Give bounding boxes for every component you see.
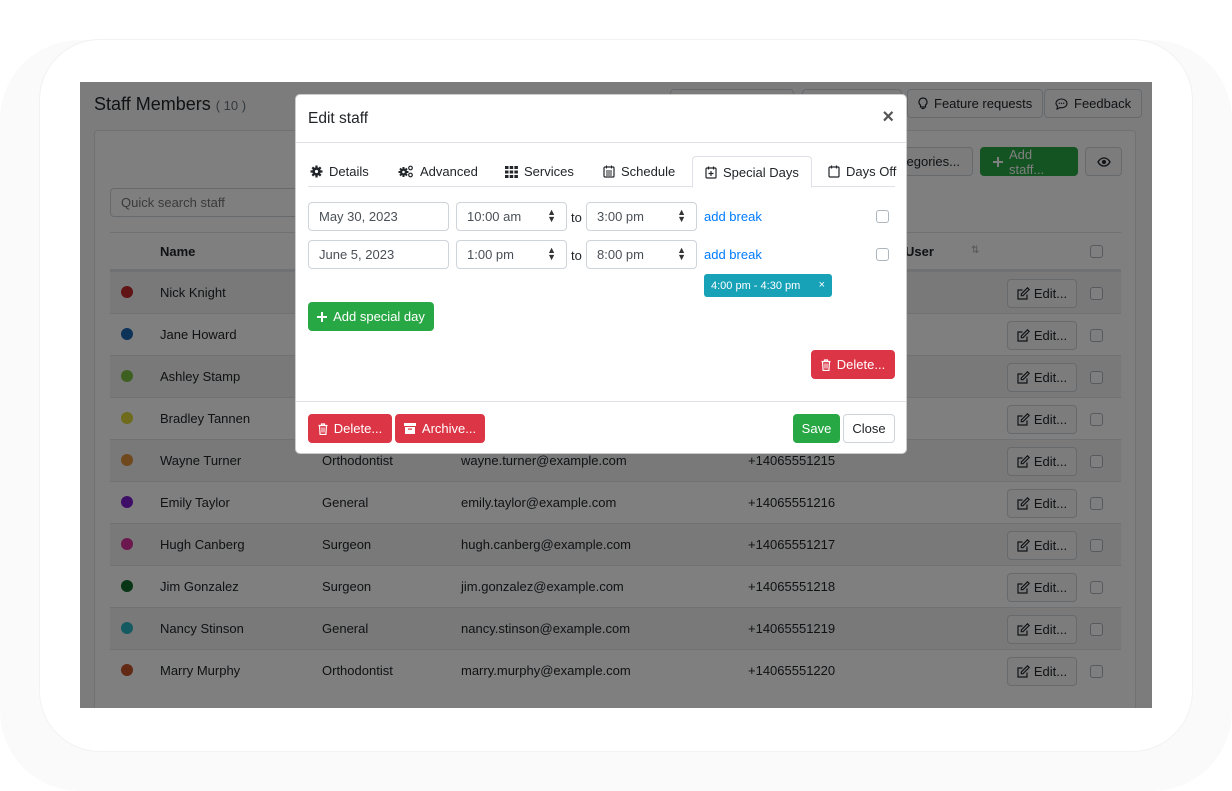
add-special-day-label: Add special day	[333, 309, 425, 324]
plus-icon	[317, 311, 328, 322]
tab-label: Details	[329, 164, 369, 179]
tab-special-days[interactable]: Special Days	[692, 156, 812, 188]
tab-label: Special Days	[723, 164, 799, 180]
tab-services[interactable]: Services	[493, 156, 586, 187]
tab-details[interactable]: Details	[308, 156, 381, 187]
gear-icon	[310, 165, 323, 178]
add-special-day-button[interactable]: Add special day	[308, 302, 434, 331]
calendar-plus-icon	[705, 166, 717, 179]
end-time-value: 8:00 pm	[597, 247, 644, 262]
archive-icon	[403, 423, 416, 434]
tab-label: Advanced	[420, 164, 478, 179]
edit-staff-modal: Edit staff × Details Advanced Services S…	[295, 94, 907, 454]
tab-days-off[interactable]: Days Off	[816, 156, 906, 187]
special-day-date-input[interactable]: June 5, 2023	[308, 240, 449, 269]
modal-title: Edit staff	[308, 110, 369, 127]
modal-tabs: Details Advanced Services Schedule Speci…	[308, 156, 896, 188]
close-button[interactable]: Close	[843, 414, 895, 443]
special-day-end-select[interactable]: 8:00 pm ▲ ▼	[586, 240, 697, 269]
start-time-value: 1:00 pm	[467, 247, 514, 262]
add-break-link[interactable]: add break	[704, 209, 762, 224]
to-label: to	[571, 248, 582, 263]
select-arrows-icon: ▲ ▼	[547, 207, 556, 224]
trash-icon	[318, 422, 328, 435]
staff-members-page: Staff Members ( 10 ) Feature requests Fe…	[80, 82, 1152, 708]
archive-label: Archive...	[421, 421, 477, 436]
break-time-range: 4:00 pm - 4:30 pm	[711, 279, 801, 292]
tab-advanced[interactable]: Advanced	[386, 156, 490, 187]
select-arrows-icon: ▲ ▼	[677, 207, 686, 224]
break-badge: 4:00 pm - 4:30 pm ×	[704, 274, 832, 297]
special-day-checkbox[interactable]	[876, 248, 889, 261]
gears-icon	[398, 165, 414, 178]
to-label: to	[571, 210, 582, 225]
tab-label: Services	[524, 164, 574, 179]
add-break-link[interactable]: add break	[704, 247, 762, 262]
save-button[interactable]: Save	[793, 414, 840, 443]
special-day-date-input[interactable]: May 30, 2023	[308, 202, 449, 231]
delete-label: Delete...	[836, 357, 886, 372]
special-day-start-select[interactable]: 10:00 am ▲ ▼	[456, 202, 567, 231]
trash-icon	[821, 358, 831, 371]
grid-icon	[505, 165, 518, 178]
tab-label: Days Off	[846, 164, 897, 179]
start-time-value: 10:00 am	[467, 209, 522, 224]
modal-footer: Delete... Archive... Save Close	[296, 401, 906, 453]
delete-staff-button[interactable]: Delete...	[308, 414, 392, 443]
modal-header: Edit staff ×	[296, 95, 906, 143]
special-day-checkbox[interactable]	[876, 210, 889, 223]
modal-close-button[interactable]: ×	[882, 107, 894, 127]
delete-label: Delete...	[333, 421, 383, 436]
special-day-start-select[interactable]: 1:00 pm ▲ ▼	[456, 240, 567, 269]
archive-staff-button[interactable]: Archive...	[395, 414, 485, 443]
calendar-icon	[828, 165, 840, 178]
special-day-end-select[interactable]: 3:00 pm ▲ ▼	[586, 202, 697, 231]
delete-selected-special-days-button[interactable]: Delete...	[811, 350, 895, 379]
tab-label: Schedule	[621, 164, 676, 179]
select-arrows-icon: ▲ ▼	[677, 245, 686, 262]
calendar-list-icon	[603, 165, 615, 178]
end-time-value: 3:00 pm	[597, 209, 644, 224]
remove-break-button[interactable]: ×	[819, 279, 825, 291]
tab-schedule[interactable]: Schedule	[591, 156, 687, 187]
select-arrows-icon: ▲ ▼	[547, 245, 556, 262]
